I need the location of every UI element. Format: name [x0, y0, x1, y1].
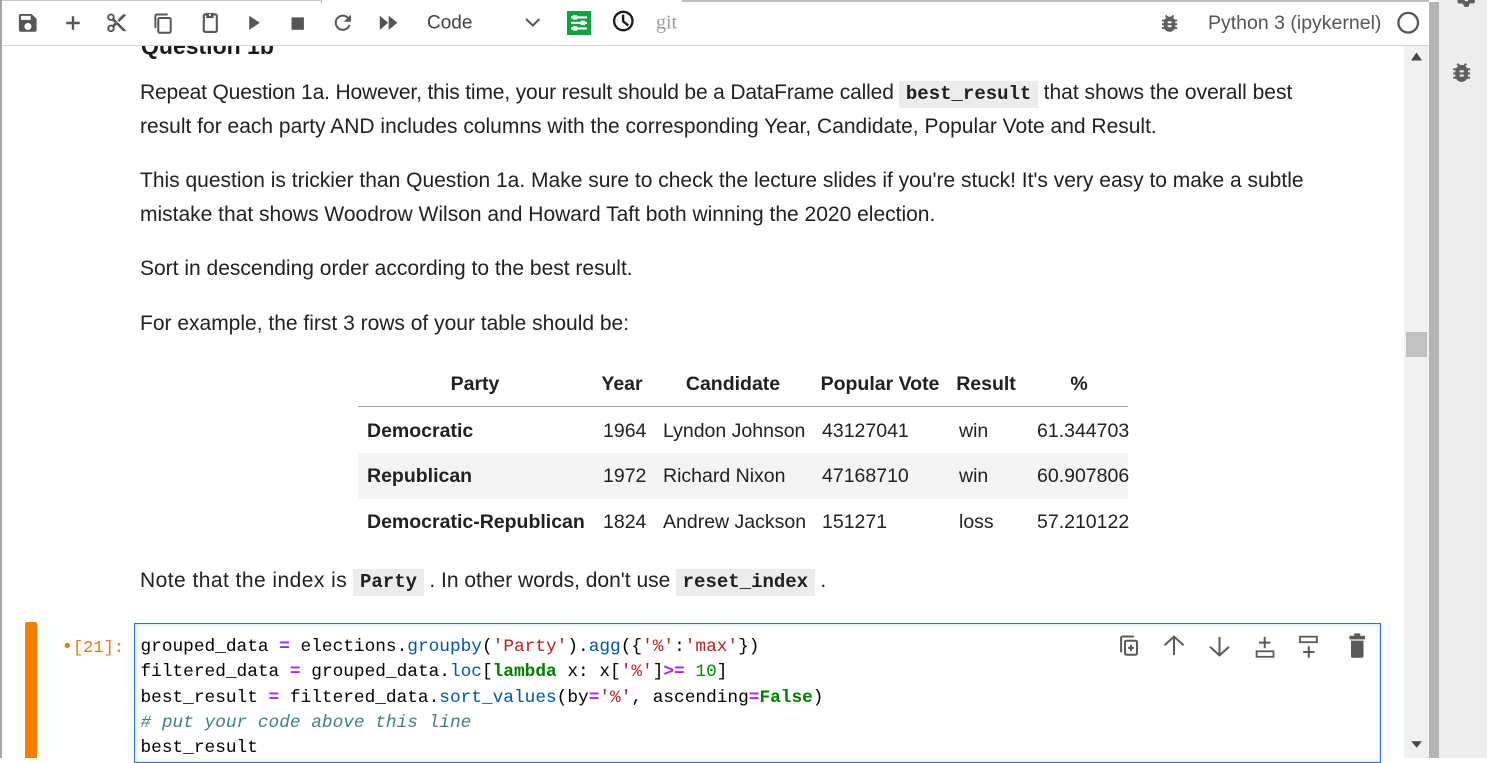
svg-text:Python 3 (ipykernel): Python 3 (ipykernel) — [1208, 12, 1381, 34]
svg-text:git: git — [656, 12, 678, 34]
svg-text:Code: Code — [427, 13, 472, 34]
